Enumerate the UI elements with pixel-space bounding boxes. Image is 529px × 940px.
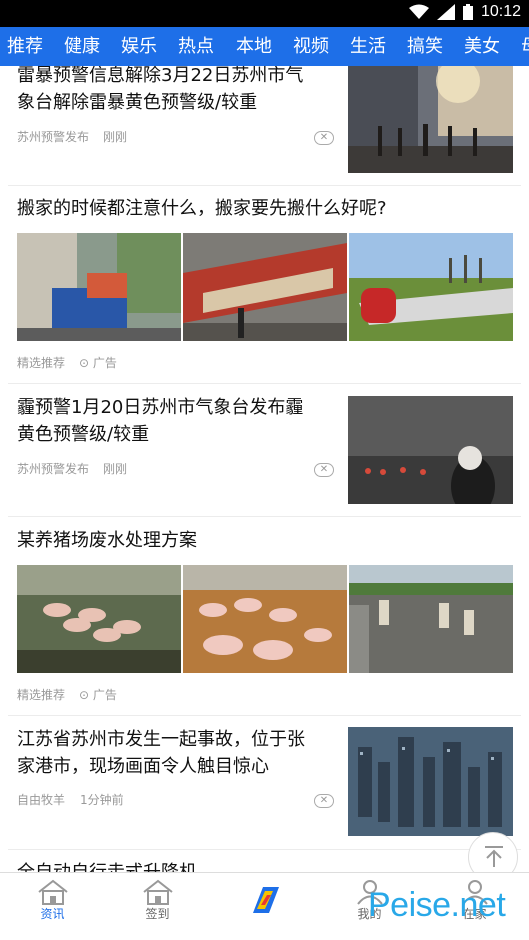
news-thumbnail — [348, 396, 513, 504]
dismiss-button[interactable]: ✕ — [314, 131, 334, 145]
ad-icon: ⊙ — [79, 688, 90, 702]
news-source: 精选推荐 — [17, 688, 66, 702]
news-thumbnail — [17, 233, 181, 341]
news-title: 江苏省苏州市发生一起事故，位于张 家港市，现场画面令人触目惊心 — [17, 729, 305, 777]
news-time: 刚刚 — [103, 130, 128, 144]
news-time: 刚刚 — [103, 462, 128, 476]
divider — [8, 185, 521, 186]
app-logo-icon — [249, 883, 281, 913]
tab-hot[interactable]: 热点 — [178, 27, 214, 66]
dismiss-button[interactable]: ✕ — [314, 794, 334, 808]
home-icon — [37, 879, 69, 907]
home-icon — [142, 879, 174, 907]
ad-icon: ⊙ — [79, 356, 90, 370]
watermark: Peise.net — [368, 886, 506, 924]
news-source: 精选推荐 — [17, 356, 66, 370]
signal-icon — [436, 4, 455, 20]
news-thumbnail — [348, 727, 513, 836]
nav-label: 签到 — [145, 907, 170, 921]
news-thumbnail — [183, 233, 347, 341]
news-source: 苏州预警发布 — [17, 130, 90, 144]
news-feed: 雷暴预警信息解除3月22日苏州市气 象台解除雷暴黄色预警级/较重 苏州预警发布 … — [0, 66, 529, 872]
category-tab-bar: 推荐 健康 娱乐 热点 本地 视频 生活 搞笑 美女 母 — [0, 27, 529, 66]
news-time: 1分钟前 — [80, 793, 124, 807]
news-thumbnail — [183, 565, 347, 673]
ad-label: ⊙ 广告 — [79, 356, 117, 370]
news-title[interactable]: 全自动自行走式升降机 — [17, 859, 457, 872]
news-thumbnail — [17, 565, 181, 673]
tab-funny[interactable]: 搞笑 — [407, 27, 443, 66]
news-title: 搬家的时候都注意什么，搬家要先搬什么好呢? — [17, 198, 387, 219]
nav-app-logo[interactable] — [212, 873, 317, 940]
tab-video[interactable]: 视频 — [293, 27, 329, 66]
wifi-icon — [408, 4, 429, 20]
tab-health[interactable]: 健康 — [64, 27, 100, 66]
nav-label: 资讯 — [40, 907, 65, 921]
ad-label: ⊙ 广告 — [79, 688, 117, 702]
status-time: 10:12 — [480, 3, 521, 20]
battery-icon — [462, 4, 473, 20]
tab-mother[interactable]: 母 — [521, 27, 529, 66]
news-thumbnail — [348, 66, 513, 173]
divider — [8, 849, 521, 850]
news-source: 苏州预警发布 — [17, 462, 90, 476]
news-title: 霾预警1月20日苏州市气象台发布霾 黄色预警级/较重 — [17, 397, 304, 445]
divider — [8, 383, 521, 384]
divider — [8, 715, 521, 716]
tab-life[interactable]: 生活 — [350, 27, 386, 66]
news-source: 自由牧羊 — [17, 793, 66, 807]
news-thumbnail — [349, 233, 513, 341]
news-thumbnail — [349, 565, 513, 673]
tab-local[interactable]: 本地 — [236, 27, 272, 66]
dismiss-button[interactable]: ✕ — [314, 463, 334, 477]
tab-recommend[interactable]: 推荐 — [7, 27, 43, 66]
tab-entertainment[interactable]: 娱乐 — [121, 27, 157, 66]
news-title: 雷暴预警信息解除3月22日苏州市气 象台解除雷暴黄色预警级/较重 — [17, 66, 304, 113]
tab-beauty[interactable]: 美女 — [464, 27, 500, 66]
nav-news[interactable]: 资讯 — [0, 873, 105, 940]
nav-checkin[interactable]: 签到 — [105, 873, 210, 940]
divider — [8, 516, 521, 517]
status-bar: 10:12 — [0, 0, 529, 27]
news-title: 某养猪场废水处理方案 — [17, 530, 197, 551]
